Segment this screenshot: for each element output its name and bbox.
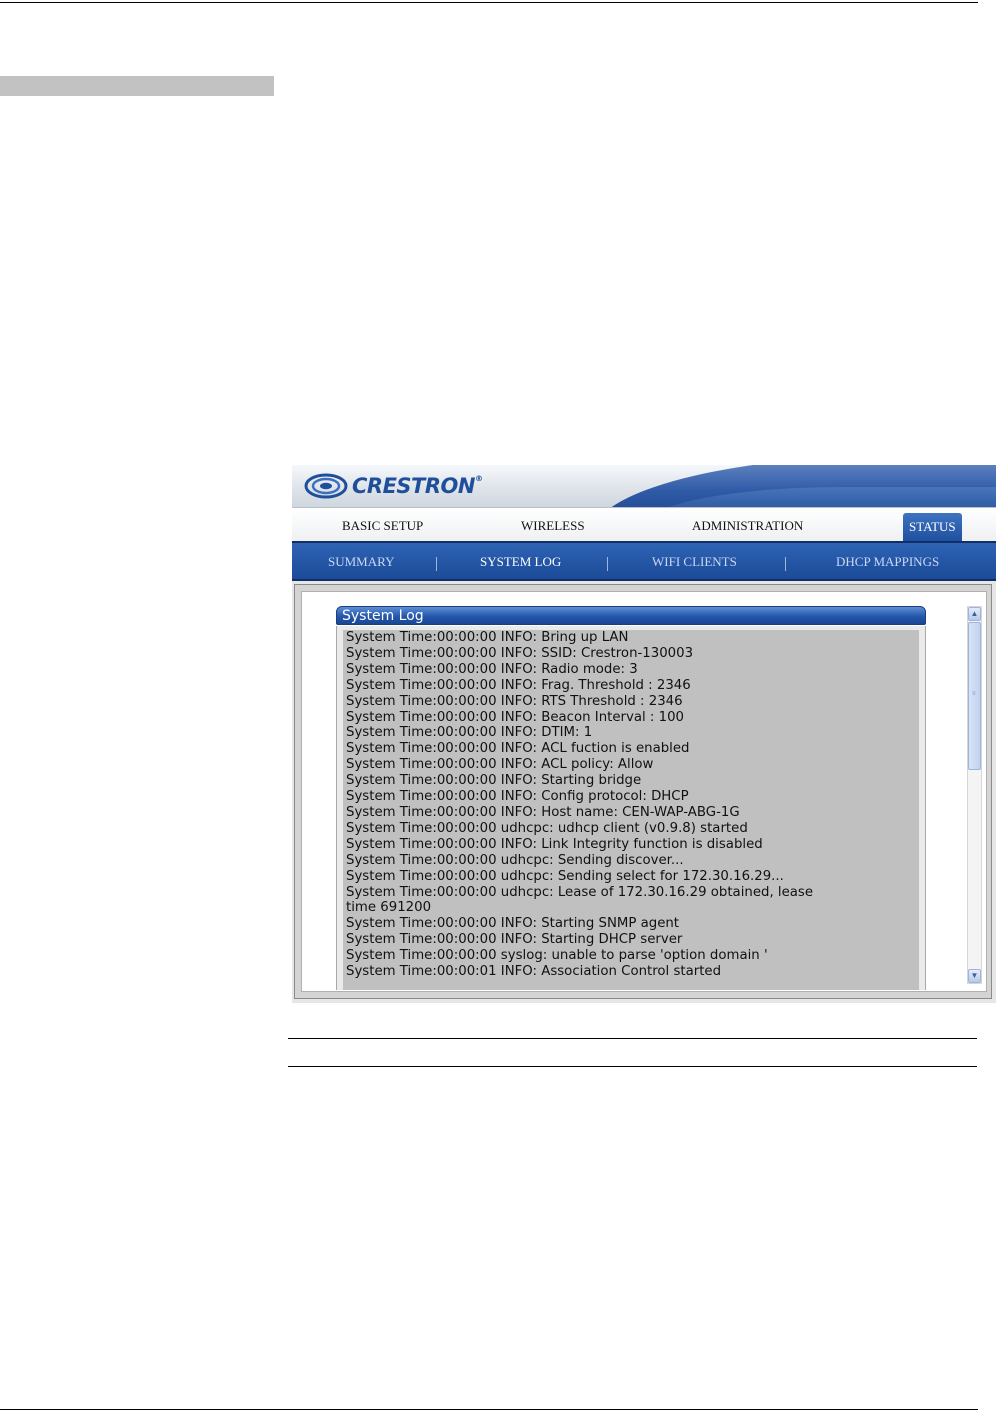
vertical-scrollbar[interactable]: ▲ ≡ ▼ xyxy=(967,606,982,984)
tab-basic-setup[interactable]: BASIC SETUP xyxy=(342,518,423,534)
subtab-wifi-clients[interactable]: WIFI CLIENTS xyxy=(652,554,737,570)
log-line: System Time:00:00:00 INFO: Starting brid… xyxy=(346,773,642,789)
log-line: time 691200 xyxy=(346,900,432,916)
log-line: System Time:00:00:00 INFO: Starting SNMP… xyxy=(346,916,680,932)
log-line: System Time:00:00:00 udhcpc: Sending sel… xyxy=(346,868,784,884)
swirl-logo-icon xyxy=(304,473,348,499)
content-area: System Log System Time:00:00:00 INFO: Br… xyxy=(301,591,987,992)
log-line: System Time:00:00:00 udhcpc: udhcp clien… xyxy=(346,820,748,836)
log-line: System Time:00:00:00 INFO: SSID: Crestro… xyxy=(346,645,694,661)
subtab-dhcp-mappings[interactable]: DHCP MAPPINGS xyxy=(836,554,939,570)
log-line: System Time:00:00:00 INFO: Link Integrit… xyxy=(346,836,763,852)
log-line: System Time:00:00:00 INFO: Beacon Interv… xyxy=(346,709,685,725)
log-line: System Time:00:00:00 INFO: ACL policy: A… xyxy=(346,757,654,773)
brand-name: CRESTRON® xyxy=(352,474,483,498)
log-line: System Time:00:00:00 INFO: Radio mode: 3 xyxy=(346,661,638,677)
web-ui-screenshot: CRESTRON® BASIC SETUP WIRELESS ADMINISTR… xyxy=(292,465,996,1003)
caption-bottom-rule xyxy=(288,1066,977,1067)
scrollbar-thumb[interactable]: ≡ xyxy=(968,622,981,770)
crestron-logo: CRESTRON® xyxy=(304,472,483,500)
caption-top-rule xyxy=(288,1038,977,1039)
main-nav: BASIC SETUP WIRELESS ADMINISTRATION STAT… xyxy=(292,507,996,542)
log-line: System Time:00:00:00 INFO: DTIM: 1 xyxy=(346,725,593,741)
log-line: System Time:00:00:00 udhcpc: Sending dis… xyxy=(346,852,684,868)
log-line: System Time:00:00:00 INFO: Frag. Thresho… xyxy=(346,677,691,693)
tab-wireless[interactable]: WIRELESS xyxy=(521,518,585,534)
subnav-divider xyxy=(607,557,608,571)
log-line: System Time:00:00:00 INFO: RTS Threshold… xyxy=(346,693,683,709)
log-line: System Time:00:00:00 udhcpc: Lease of 17… xyxy=(346,884,814,900)
system-log-textarea[interactable]: System Time:00:00:00 INFO: Bring up LAN S… xyxy=(343,630,919,990)
scroll-up-icon[interactable]: ▲ xyxy=(968,607,981,621)
sub-nav: SUMMARY SYSTEM LOG WIFI CLIENTS DHCP MAP… xyxy=(292,541,996,581)
log-line: System Time:00:00:00 syslog: unable to p… xyxy=(346,948,768,964)
subnav-divider xyxy=(785,557,786,571)
system-log-panel: System Log System Time:00:00:00 INFO: Br… xyxy=(336,606,932,990)
tab-administration[interactable]: ADMINISTRATION xyxy=(692,518,803,534)
subtab-system-log[interactable]: SYSTEM LOG xyxy=(480,554,561,570)
log-line: System Time:00:00:00 INFO: ACL fuction i… xyxy=(346,741,690,757)
subtab-summary[interactable]: SUMMARY xyxy=(328,554,394,570)
tab-status[interactable]: STATUS xyxy=(903,513,962,542)
header: CRESTRON® xyxy=(292,465,996,507)
log-line: System Time:00:00:00 INFO: Host name: CE… xyxy=(346,804,740,820)
log-line: System Time:00:00:01 INFO: Association C… xyxy=(346,964,722,980)
subnav-divider xyxy=(436,557,437,571)
grip-icon: ≡ xyxy=(972,691,976,697)
log-line: System Time:00:00:00 INFO: Starting DHCP… xyxy=(346,932,683,948)
page-top-rule xyxy=(0,2,978,3)
system-log-title: System Log xyxy=(336,606,926,625)
scroll-down-icon[interactable]: ▼ xyxy=(968,969,981,983)
system-log-frame: System Time:00:00:00 INFO: Bring up LAN S… xyxy=(336,626,926,990)
log-line: System Time:00:00:00 INFO: Bring up LAN xyxy=(346,630,629,645)
sidebar-heading-bar xyxy=(0,76,274,96)
content-frame: System Log System Time:00:00:00 INFO: Br… xyxy=(294,584,992,999)
log-line: System Time:00:00:00 INFO: Config protoc… xyxy=(346,789,689,805)
